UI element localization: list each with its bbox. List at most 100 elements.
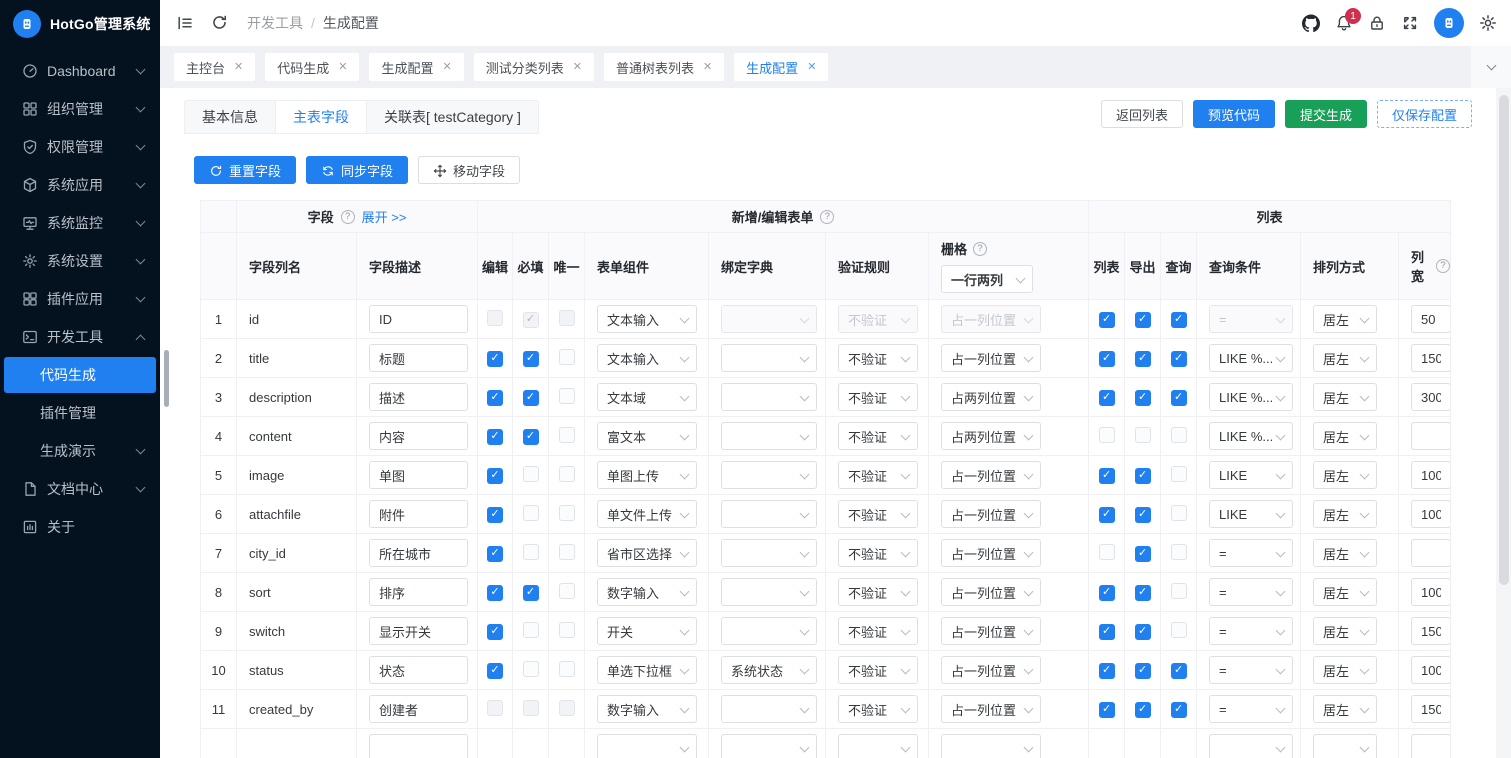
checkbox-required[interactable]	[523, 544, 539, 560]
lock-screen-icon[interactable]	[1368, 14, 1386, 32]
input-desc[interactable]	[369, 305, 468, 333]
checkbox-list[interactable]	[1099, 468, 1115, 484]
input-desc[interactable]	[369, 461, 468, 489]
checkbox-unique[interactable]	[559, 349, 575, 365]
checkbox-required[interactable]	[523, 622, 539, 638]
input-width[interactable]	[1411, 734, 1451, 758]
expand-columns-link[interactable]: 展开 >>	[362, 207, 407, 226]
input-desc[interactable]	[369, 422, 468, 450]
checkbox-query[interactable]	[1171, 622, 1187, 638]
checkbox-edit[interactable]	[487, 585, 503, 601]
input-width[interactable]	[1411, 617, 1451, 645]
sidebar-item-代码生成[interactable]: 代码生成	[4, 357, 156, 393]
input-desc[interactable]	[369, 500, 468, 528]
select-grid[interactable]: 占两列位置	[941, 422, 1041, 450]
checkbox-query[interactable]	[1171, 663, 1187, 679]
settings-gear-icon[interactable]	[1479, 14, 1497, 32]
breadcrumb-parent[interactable]: 开发工具	[247, 13, 303, 33]
checkbox-edit[interactable]	[487, 351, 503, 367]
select-align[interactable]: 居左	[1313, 617, 1377, 645]
preview-code-button[interactable]: 预览代码	[1193, 100, 1275, 128]
sidebar-item-系统设置[interactable]: 系统设置	[0, 242, 160, 280]
select-valid[interactable]: 不验证	[838, 383, 918, 411]
select-grid[interactable]: 占一列位置	[941, 617, 1041, 645]
checkbox-unique[interactable]	[559, 544, 575, 560]
sidebar-item-插件管理[interactable]: 插件管理	[0, 394, 160, 432]
select-grid[interactable]: 占一列位置	[941, 305, 1041, 333]
select-valid[interactable]: 不验证	[838, 617, 918, 645]
select-valid[interactable]: 不验证	[838, 422, 918, 450]
checkbox-edit[interactable]	[487, 624, 503, 640]
select-grid[interactable]: 占一列位置	[941, 344, 1041, 372]
collapse-sidebar-icon[interactable]	[176, 14, 194, 32]
checkbox-export[interactable]	[1135, 702, 1151, 718]
submit-generate-button[interactable]: 提交生成	[1285, 100, 1367, 128]
sidebar-scrollbar-thumb[interactable]	[164, 350, 169, 407]
select-dict[interactable]	[721, 461, 817, 489]
input-width[interactable]	[1411, 500, 1451, 528]
select-grid[interactable]: 占一列位置	[941, 656, 1041, 684]
checkbox-edit[interactable]	[487, 390, 503, 406]
select-grid[interactable]: 占一列位置	[941, 578, 1041, 606]
select-widget[interactable]: 文本输入	[597, 344, 697, 372]
input-desc[interactable]	[369, 578, 468, 606]
page-tab-普通树表列表[interactable]: 普通树表列表✕	[604, 53, 724, 81]
select-dict[interactable]	[721, 500, 817, 528]
select-widget[interactable]: 单图上传	[597, 461, 697, 489]
checkbox-query[interactable]	[1171, 505, 1187, 521]
input-desc[interactable]	[369, 344, 468, 372]
select-valid[interactable]: 不验证	[838, 539, 918, 567]
checkbox-required[interactable]	[523, 661, 539, 677]
select-align[interactable]: 居左	[1313, 578, 1377, 606]
select-valid[interactable]	[838, 734, 918, 758]
page-tab-主控台[interactable]: 主控台✕	[174, 53, 255, 81]
checkbox-list[interactable]	[1099, 585, 1115, 601]
select-widget[interactable]: 省市区选择	[597, 539, 697, 567]
checkbox-query[interactable]	[1171, 466, 1187, 482]
sidebar-item-组织管理[interactable]: 组织管理	[0, 90, 160, 128]
checkbox-edit[interactable]	[487, 429, 503, 445]
input-desc[interactable]	[369, 695, 468, 723]
notifications[interactable]: 1	[1335, 14, 1353, 32]
main-scrollbar-thumb[interactable]	[1499, 95, 1509, 585]
sidebar-item-系统应用[interactable]: 系统应用	[0, 166, 160, 204]
checkbox-export[interactable]	[1135, 390, 1151, 406]
checkbox-export[interactable]	[1135, 468, 1151, 484]
select-cond[interactable]: =	[1209, 656, 1293, 684]
select-widget[interactable]: 数字输入	[597, 578, 697, 606]
checkbox-query[interactable]	[1171, 390, 1187, 406]
checkbox-list[interactable]	[1099, 312, 1115, 328]
select-valid[interactable]: 不验证	[838, 500, 918, 528]
checkbox-list[interactable]	[1099, 544, 1115, 560]
select-cond[interactable]: =	[1209, 578, 1293, 606]
input-desc[interactable]	[369, 617, 468, 645]
input-width[interactable]	[1411, 539, 1451, 567]
input-width[interactable]	[1411, 344, 1451, 372]
refresh-page-icon[interactable]	[211, 14, 229, 32]
help-icon[interactable]	[820, 210, 834, 224]
checkbox-required[interactable]	[523, 351, 539, 367]
checkbox-edit[interactable]	[487, 700, 503, 716]
select-widget[interactable]: 单选下拉框	[597, 656, 697, 684]
checkbox-query[interactable]	[1171, 583, 1187, 599]
checkbox-list[interactable]	[1099, 624, 1115, 640]
page-tab-测试分类列表[interactable]: 测试分类列表✕	[474, 53, 594, 81]
select-cond[interactable]: =	[1209, 539, 1293, 567]
fullscreen-icon[interactable]	[1401, 14, 1419, 32]
sidebar-item-系统监控[interactable]: 系统监控	[0, 204, 160, 242]
checkbox-edit[interactable]	[487, 663, 503, 679]
checkbox-unique[interactable]	[559, 310, 575, 326]
select-cond[interactable]: =	[1209, 305, 1293, 333]
tab-list-dropdown[interactable]	[1471, 46, 1511, 88]
checkbox-export[interactable]	[1135, 546, 1151, 562]
select-align[interactable]: 居左	[1313, 500, 1377, 528]
checkbox-edit[interactable]	[487, 507, 503, 523]
close-icon[interactable]: ✕	[703, 62, 712, 73]
sidebar-item-Dashboard[interactable]: Dashboard	[0, 52, 160, 90]
input-width[interactable]	[1411, 305, 1451, 333]
page-tab-生成配置[interactable]: 生成配置✕	[734, 53, 828, 81]
checkbox-unique[interactable]	[559, 661, 575, 677]
close-icon[interactable]: ✕	[573, 62, 582, 73]
close-icon[interactable]: ✕	[442, 62, 451, 73]
select-grid[interactable]: 占一列位置	[941, 539, 1041, 567]
